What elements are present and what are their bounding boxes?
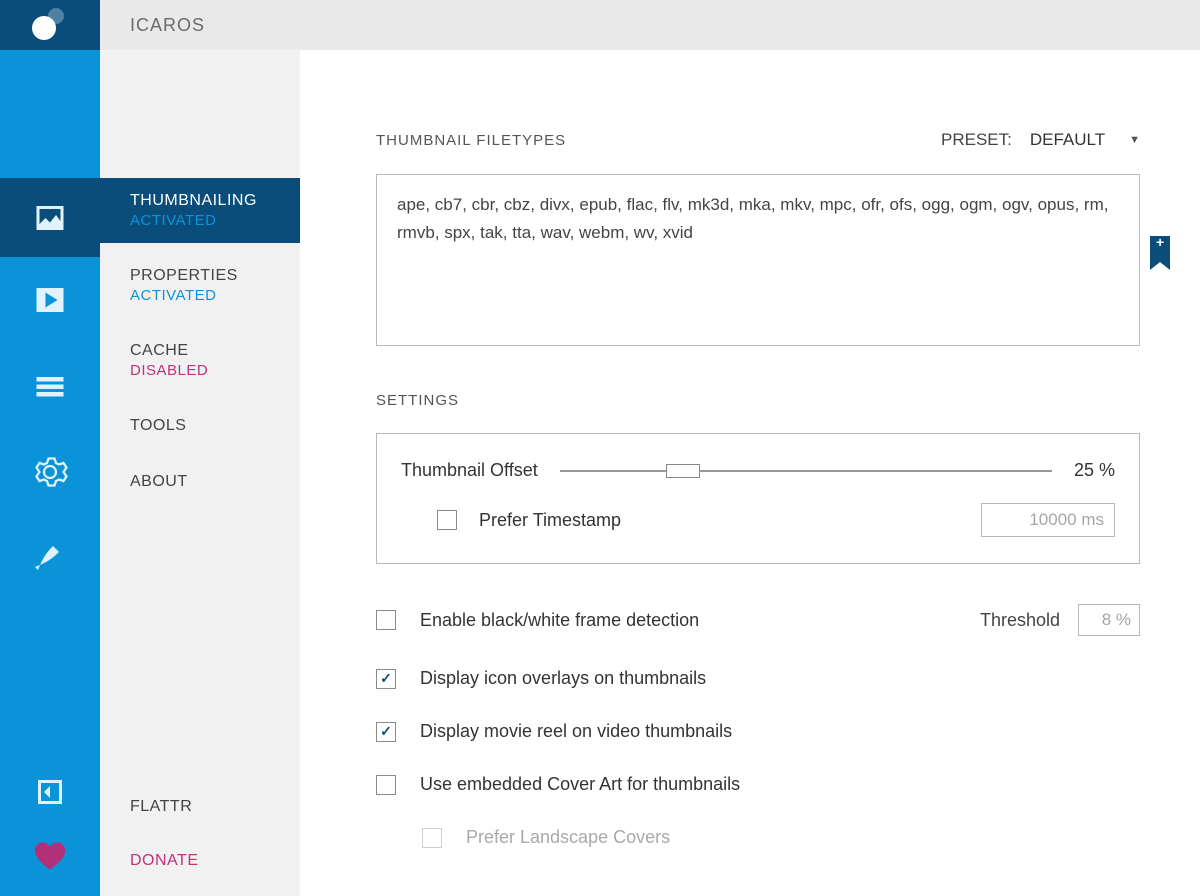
offset-value: 25 % (1074, 460, 1115, 481)
timestamp-input[interactable]: 10000 ms (981, 503, 1115, 537)
rail-thumbnailing[interactable] (0, 178, 100, 257)
flattr-icon (32, 774, 68, 810)
sidebar-item-donate[interactable]: DONATE (100, 834, 300, 888)
logo-box (0, 0, 100, 50)
sidebar-item-label: TOOLS (130, 417, 300, 435)
sidebar-item-properties[interactable]: PROPERTIES ACTIVATED (100, 253, 300, 318)
filetypes-text: ape, cb7, cbr, cbz, divx, epub, flac, fl… (397, 195, 1108, 242)
heart-icon (32, 838, 68, 874)
rail-properties[interactable] (0, 257, 100, 343)
sidebar-item-status: DISABLED (130, 362, 300, 379)
app-title: ICAROS (130, 15, 205, 36)
preset-selector[interactable]: PRESET: DEFAULT ▼ (941, 130, 1140, 150)
slider-thumb[interactable] (666, 464, 700, 478)
icon-overlays-checkbox[interactable]: ✓ (376, 669, 396, 689)
sidebar-item-label: CACHE (130, 342, 300, 360)
pen-icon (32, 540, 68, 576)
filetypes-title: THUMBNAIL FILETYPES (376, 132, 566, 149)
offset-panel: Thumbnail Offset 25 % Prefer Timestamp 1… (376, 433, 1140, 564)
landscape-covers-label: Prefer Landscape Covers (466, 827, 670, 848)
settings-title: SETTINGS (376, 392, 1140, 409)
sidebar-item-cache[interactable]: CACHE DISABLED (100, 328, 300, 393)
offset-slider[interactable] (560, 464, 1052, 478)
bookmark-add-icon[interactable]: + (1150, 236, 1170, 262)
sidebar-item-label: PROPERTIES (130, 267, 300, 285)
gear-icon (32, 454, 68, 490)
rail-flattr[interactable] (0, 760, 100, 824)
bw-detection-label: Enable black/white frame detection (420, 610, 699, 631)
movie-reel-checkbox[interactable]: ✓ (376, 722, 396, 742)
sidebar-item-label: ABOUT (130, 473, 300, 491)
rail-tools[interactable] (0, 429, 100, 515)
filetypes-textbox[interactable]: ape, cb7, cbr, cbz, divx, epub, flac, fl… (376, 174, 1140, 346)
sidebar-item-status: ACTIVATED (130, 287, 300, 304)
sidebar-item-label: THUMBNAILING (130, 192, 300, 210)
main-content: THUMBNAIL FILETYPES PRESET: DEFAULT ▼ ap… (300, 50, 1200, 896)
sidebar-item-thumbnailing[interactable]: THUMBNAILING ACTIVATED (100, 178, 300, 243)
prefer-timestamp-checkbox[interactable] (437, 510, 457, 530)
sidebar-item-label: FLATTR (130, 798, 300, 816)
stack-icon (32, 368, 68, 404)
threshold-label: Threshold (980, 610, 1060, 631)
title-bar: ICAROS (0, 0, 1200, 50)
icon-overlays-label: Display icon overlays on thumbnails (420, 668, 706, 689)
rail-about[interactable] (0, 515, 100, 601)
cover-art-checkbox[interactable] (376, 775, 396, 795)
logo-dot-big (32, 16, 56, 40)
rail-donate[interactable] (0, 824, 100, 888)
chevron-down-icon: ▼ (1129, 134, 1140, 146)
landscape-covers-checkbox (422, 828, 442, 848)
play-icon (32, 282, 68, 318)
slider-track (560, 470, 1052, 472)
sidebar: THUMBNAILING ACTIVATED PROPERTIES ACTIVA… (100, 50, 300, 896)
threshold-input[interactable]: 8 % (1078, 604, 1140, 636)
offset-label: Thumbnail Offset (401, 460, 538, 481)
bw-detection-checkbox[interactable] (376, 610, 396, 630)
cover-art-label: Use embedded Cover Art for thumbnails (420, 774, 740, 795)
icon-rail (0, 50, 100, 896)
movie-reel-label: Display movie reel on video thumbnails (420, 721, 732, 742)
sidebar-item-status: ACTIVATED (130, 212, 300, 229)
sidebar-item-label: DONATE (130, 852, 300, 870)
preset-label: PRESET: (941, 130, 1012, 150)
image-icon (32, 200, 68, 236)
rail-cache[interactable] (0, 343, 100, 429)
sidebar-item-about[interactable]: ABOUT (100, 459, 300, 505)
sidebar-item-tools[interactable]: TOOLS (100, 403, 300, 449)
preset-value: DEFAULT (1030, 130, 1105, 150)
sidebar-item-flattr[interactable]: FLATTR (100, 780, 300, 834)
prefer-timestamp-label: Prefer Timestamp (479, 510, 621, 531)
